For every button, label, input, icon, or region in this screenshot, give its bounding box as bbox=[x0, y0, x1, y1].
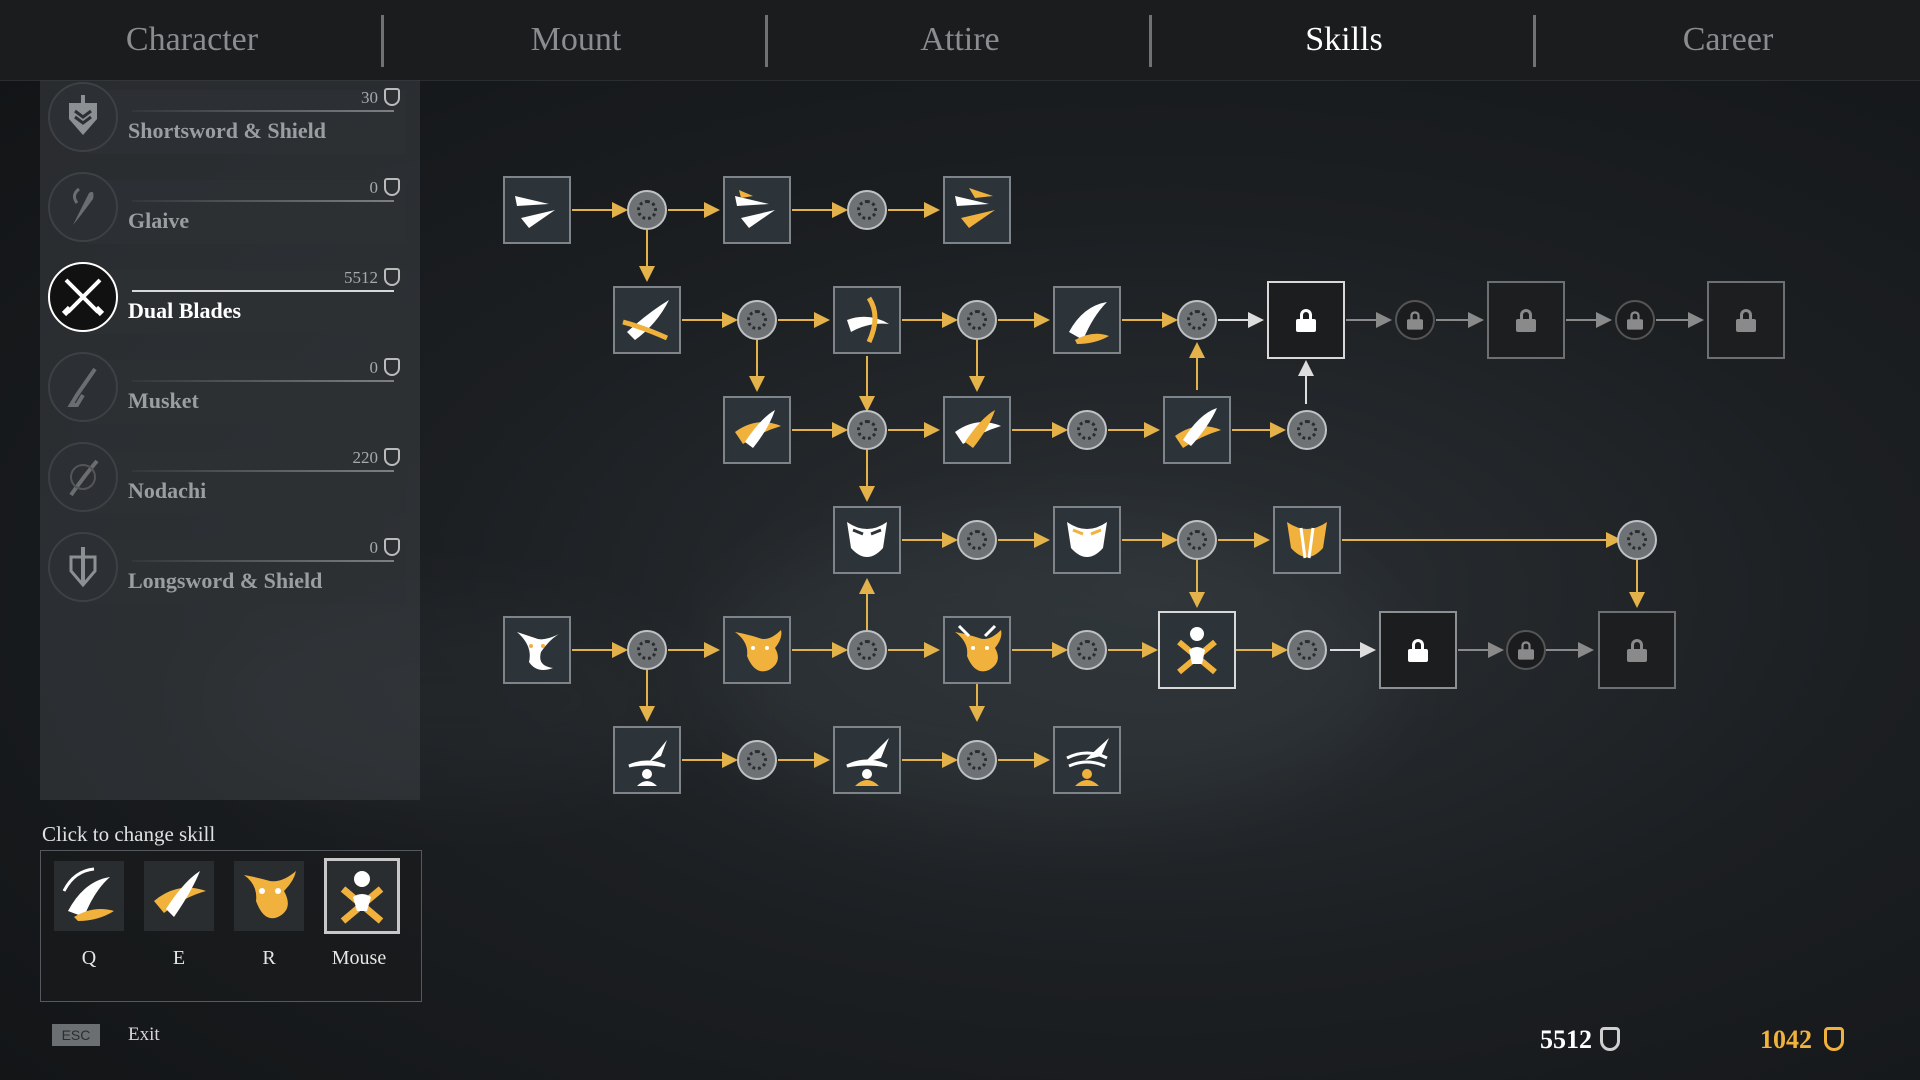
skill-node-mask-2[interactable] bbox=[1053, 506, 1121, 574]
rising-strike-icon bbox=[1066, 738, 1109, 786]
lock-icon bbox=[1408, 639, 1428, 662]
blade-storm-icon bbox=[955, 188, 995, 228]
connector-node-locked[interactable] bbox=[1615, 300, 1655, 340]
skill-node-locked-1[interactable] bbox=[1267, 281, 1345, 359]
skill-node-mask-3[interactable] bbox=[1273, 506, 1341, 574]
connector-node[interactable] bbox=[847, 410, 887, 450]
connector-node[interactable] bbox=[957, 300, 997, 340]
skill-node-locked-2[interactable] bbox=[1487, 281, 1565, 359]
rising-strike-icon bbox=[628, 740, 667, 786]
connector-node-locked[interactable] bbox=[1506, 630, 1546, 670]
skill-node-locked-4[interactable] bbox=[1379, 611, 1457, 689]
lock-icon bbox=[1296, 309, 1316, 332]
spin-slash-icon bbox=[955, 410, 1001, 448]
thrown-blades-icon bbox=[735, 190, 775, 228]
demon-mask-icon bbox=[1287, 522, 1327, 559]
connector-node[interactable] bbox=[737, 300, 777, 340]
connector-node[interactable] bbox=[1287, 630, 1327, 670]
connector-node[interactable] bbox=[627, 630, 667, 670]
demon-mask-icon bbox=[1067, 522, 1107, 557]
connector-node[interactable] bbox=[847, 630, 887, 670]
beast-claw-icon bbox=[517, 632, 559, 670]
skill-node-spin-slash[interactable] bbox=[723, 396, 791, 464]
connector-node[interactable] bbox=[1287, 410, 1327, 450]
spin-slash-icon bbox=[1175, 408, 1221, 448]
skill-node-throw-blades-2[interactable] bbox=[723, 176, 791, 244]
connector-node[interactable] bbox=[627, 190, 667, 230]
connector-node[interactable] bbox=[737, 740, 777, 780]
connector-node-locked[interactable] bbox=[1395, 300, 1435, 340]
thrown-blades-icon bbox=[515, 196, 555, 228]
connector-node[interactable] bbox=[1617, 520, 1657, 560]
skill-node-swirl-blades[interactable] bbox=[1053, 286, 1121, 354]
skill-node-spin-slash-2[interactable] bbox=[943, 396, 1011, 464]
connector-node[interactable] bbox=[957, 740, 997, 780]
lock-icon bbox=[1516, 309, 1536, 332]
connector-node[interactable] bbox=[847, 190, 887, 230]
connector-node[interactable] bbox=[1177, 520, 1217, 560]
lock-icon bbox=[1518, 641, 1534, 660]
lock-icon bbox=[1627, 639, 1647, 662]
skill-node-cross-blades-figure[interactable] bbox=[1158, 611, 1236, 689]
skill-node-locked-5[interactable] bbox=[1598, 611, 1676, 689]
skill-node-spin-slash-3[interactable] bbox=[1163, 396, 1231, 464]
skill-node-fire-beast[interactable] bbox=[723, 616, 791, 684]
connector-node[interactable] bbox=[1067, 410, 1107, 450]
lock-icon bbox=[1736, 309, 1756, 332]
skill-node-uppercut-2[interactable] bbox=[833, 726, 901, 794]
cross-slash-icon bbox=[847, 296, 889, 344]
connector-node[interactable] bbox=[1177, 300, 1217, 340]
skill-node-cross-slash[interactable] bbox=[833, 286, 901, 354]
connector-node[interactable] bbox=[957, 520, 997, 560]
skill-node-throw-blades[interactable] bbox=[503, 176, 571, 244]
skill-node-locked-3[interactable] bbox=[1707, 281, 1785, 359]
lock-icon bbox=[1407, 311, 1423, 330]
skill-node-beast-claw[interactable] bbox=[503, 616, 571, 684]
demon-mask-icon bbox=[847, 522, 887, 557]
lock-icon bbox=[1627, 311, 1643, 330]
swift-slash-icon bbox=[622, 300, 669, 341]
rising-strike-icon bbox=[846, 738, 889, 786]
cross-blades-figure-icon bbox=[1177, 627, 1217, 675]
skill-tree bbox=[0, 0, 1920, 1080]
skill-node-swift-slash[interactable] bbox=[613, 286, 681, 354]
fire-beast-icon bbox=[955, 624, 1002, 672]
skill-node-mask[interactable] bbox=[833, 506, 901, 574]
swirl-blades-icon bbox=[1069, 302, 1109, 344]
skill-node-uppercut-3[interactable] bbox=[1053, 726, 1121, 794]
skill-node-uppercut[interactable] bbox=[613, 726, 681, 794]
skill-node-blade-storm[interactable] bbox=[943, 176, 1011, 244]
spin-slash-icon bbox=[735, 410, 781, 448]
skill-node-fire-beast-2[interactable] bbox=[943, 616, 1011, 684]
connector-node[interactable] bbox=[1067, 630, 1107, 670]
fire-beast-icon bbox=[735, 630, 782, 672]
